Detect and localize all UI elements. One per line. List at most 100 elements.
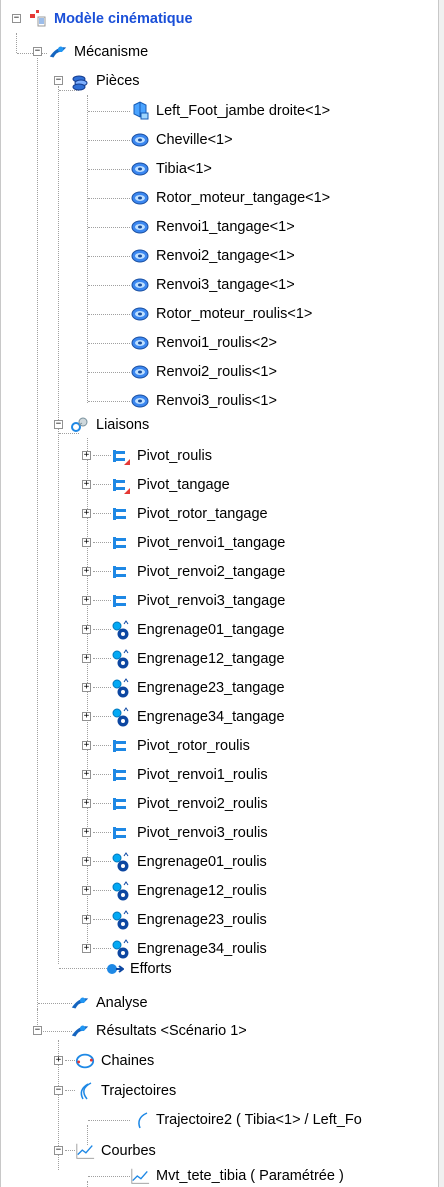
results-icon <box>70 1021 90 1041</box>
expand-toggle[interactable]: + <box>82 480 91 489</box>
joint-item[interactable]: + Pivot_renvoi1_tangage <box>82 532 287 554</box>
part-item[interactable]: Renvoi2_roulis<1> <box>130 361 279 383</box>
tree-line <box>88 343 130 344</box>
expand-toggle[interactable]: + <box>82 538 91 547</box>
part-icon <box>130 304 150 324</box>
trajectory-item[interactable]: Trajectoire2 ( Tibia<1> / Left_Fo <box>130 1109 364 1131</box>
expand-toggle[interactable]: + <box>82 596 91 605</box>
expand-toggle[interactable]: + <box>82 857 91 866</box>
part-item[interactable]: Tibia<1> <box>130 158 214 180</box>
expand-toggle[interactable]: + <box>82 451 91 460</box>
part-item[interactable]: Renvoi3_roulis<1> <box>130 390 279 412</box>
expand-toggle[interactable]: + <box>82 712 91 721</box>
expand-toggle[interactable]: + <box>82 886 91 895</box>
joint-label: Engrenage01_tangage <box>137 622 285 638</box>
joint-item[interactable]: + Engrenage23_tangage <box>82 677 287 699</box>
joint-item[interactable]: + Pivot_rotor_roulis <box>82 735 252 757</box>
tree-node-trajectoires[interactable]: − Trajectoires <box>54 1080 178 1102</box>
part-label: Renvoi2_tangage<1> <box>156 248 295 264</box>
tree-line <box>93 484 111 485</box>
tree-line <box>93 600 111 601</box>
expand-toggle[interactable]: + <box>82 828 91 837</box>
tree-node-resultats[interactable]: − Résultats <Scénario 1> <box>33 1020 249 1042</box>
tree-node-liaisons[interactable]: − Liaisons <box>54 414 151 436</box>
parts-icon <box>70 71 90 91</box>
expand-toggle[interactable]: + <box>82 770 91 779</box>
tree-node-mecanisme[interactable]: − Mécanisme <box>33 41 150 63</box>
gear-joint-icon <box>111 881 131 901</box>
joint-item[interactable]: + Engrenage23_roulis <box>82 909 269 931</box>
collapse-toggle[interactable]: − <box>54 420 63 429</box>
collapse-toggle[interactable]: − <box>54 1146 63 1155</box>
part-label: Rotor_moteur_tangage<1> <box>156 190 331 206</box>
mechanism-icon <box>48 42 68 62</box>
expand-toggle[interactable]: + <box>82 625 91 634</box>
joint-item[interactable]: + Engrenage34_tangage <box>82 706 287 728</box>
joint-item[interactable]: + Engrenage12_roulis <box>82 880 269 902</box>
collapse-toggle[interactable]: − <box>54 76 63 85</box>
part-icon <box>130 159 150 179</box>
expand-toggle[interactable]: + <box>82 799 91 808</box>
part-icon <box>130 333 150 353</box>
joint-label: Engrenage12_tangage <box>137 651 285 667</box>
joint-item[interactable]: + Pivot_rotor_tangage <box>82 503 270 525</box>
liaisons-label: Liaisons <box>96 417 150 433</box>
gear-joint-icon <box>111 678 131 698</box>
tree-line <box>88 169 130 170</box>
part-item[interactable]: Cheville<1> <box>130 129 235 151</box>
gear-joint-icon <box>111 620 131 640</box>
tree-node-root[interactable]: − Modèle cinématique <box>12 8 195 30</box>
joint-item[interactable]: + Engrenage01_tangage <box>82 619 287 641</box>
expand-toggle[interactable]: + <box>82 567 91 576</box>
joint-item[interactable]: + Pivot_roulis <box>82 445 214 467</box>
joint-item[interactable]: + Engrenage12_tangage <box>82 648 287 670</box>
trajectories-icon <box>75 1081 95 1101</box>
tree-line <box>88 111 130 112</box>
joint-item[interactable]: + Pivot_tangage <box>82 474 232 496</box>
tree-line <box>93 455 111 456</box>
tree-line <box>93 919 111 920</box>
part-item[interactable]: Renvoi1_roulis<2> <box>130 332 279 354</box>
tree-line <box>87 95 88 403</box>
joint-item[interactable]: + Engrenage01_roulis <box>82 851 269 873</box>
expand-toggle[interactable]: + <box>82 683 91 692</box>
collapse-toggle[interactable]: − <box>33 1026 42 1035</box>
expand-toggle[interactable]: + <box>82 741 91 750</box>
tree-line <box>38 1003 72 1004</box>
chaines-label: Chaines <box>101 1053 155 1069</box>
part-item[interactable]: Renvoi1_tangage<1> <box>130 216 297 238</box>
tree-node-chaines[interactable]: + Chaines <box>54 1050 156 1072</box>
joint-item[interactable]: + Pivot_renvoi2_roulis <box>82 793 270 815</box>
part-item[interactable]: Left_Foot_jambe droite<1> <box>130 100 332 122</box>
part-item[interactable]: Rotor_moteur_roulis<1> <box>130 303 314 325</box>
tree-node-courbes[interactable]: − Courbes <box>54 1140 158 1162</box>
expand-toggle[interactable]: + <box>82 915 91 924</box>
part-item[interactable]: Rotor_moteur_tangage<1> <box>130 187 332 209</box>
tree-line <box>93 716 111 717</box>
part-label: Left_Foot_jambe droite<1> <box>156 103 331 119</box>
collapse-toggle[interactable]: − <box>12 14 21 23</box>
joint-label: Pivot_tangage <box>137 477 230 493</box>
tree-node-efforts[interactable]: Efforts <box>104 958 174 980</box>
expand-toggle[interactable]: + <box>54 1056 63 1065</box>
joint-item[interactable]: + Pivot_renvoi2_tangage <box>82 561 287 583</box>
joint-item[interactable]: + Engrenage34_roulis <box>82 938 269 960</box>
part-label: Renvoi3_tangage<1> <box>156 277 295 293</box>
expand-toggle[interactable]: + <box>82 944 91 953</box>
tree-node-analyse[interactable]: Analyse <box>70 992 150 1014</box>
model-icon <box>28 9 48 29</box>
joint-label: Pivot_renvoi1_tangage <box>137 535 286 551</box>
efforts-icon <box>104 959 124 979</box>
expand-toggle[interactable]: + <box>82 654 91 663</box>
expand-toggle[interactable]: + <box>82 509 91 518</box>
collapse-toggle[interactable]: − <box>54 1086 63 1095</box>
joint-item[interactable]: + Pivot_renvoi1_roulis <box>82 764 270 786</box>
part-label: Renvoi1_tangage<1> <box>156 219 295 235</box>
joint-item[interactable]: + Pivot_renvoi3_tangage <box>82 590 287 612</box>
joint-item[interactable]: + Pivot_renvoi3_roulis <box>82 822 270 844</box>
collapse-toggle[interactable]: − <box>33 47 42 56</box>
part-item[interactable]: Renvoi2_tangage<1> <box>130 245 297 267</box>
curve-item[interactable]: Mvt_tete_tibia ( Paramétrée ) <box>130 1165 346 1187</box>
tree-node-pieces[interactable]: − Pièces <box>54 70 142 92</box>
part-item[interactable]: Renvoi3_tangage<1> <box>130 274 297 296</box>
